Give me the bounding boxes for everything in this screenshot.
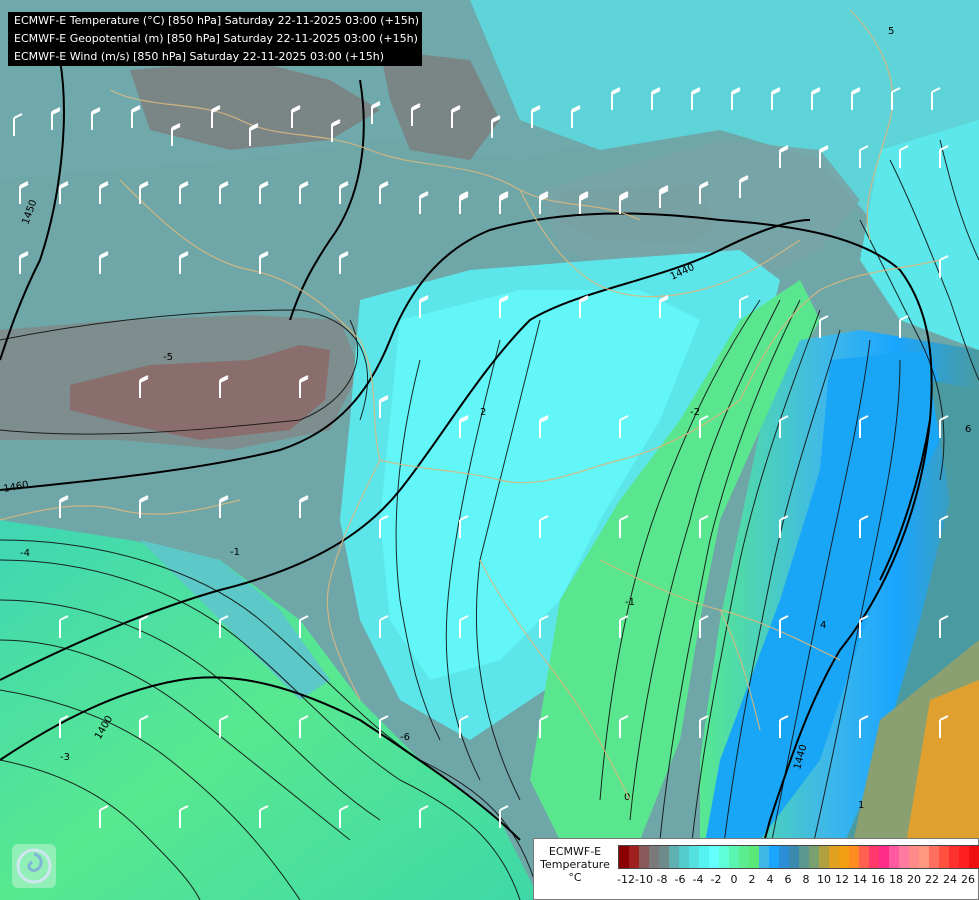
legend-tick-label: -10 [635, 873, 653, 886]
legend-swatch [909, 846, 919, 868]
legend-tick-label: 10 [817, 873, 831, 886]
legend-swatch [949, 846, 959, 868]
legend-swatch [899, 846, 909, 868]
legend-tick-label: 26 [961, 873, 975, 886]
legend-swatch [829, 846, 839, 868]
title-wind: ECMWF-E Wind (m/s) [850 hPa] Saturday 22… [14, 50, 384, 63]
legend-swatch [709, 846, 719, 868]
legend-swatch [779, 846, 789, 868]
legend-swatch [689, 846, 699, 868]
temp-label-e: -2 [690, 407, 700, 418]
temp-label-a: -5 [163, 352, 173, 363]
legend-swatch [769, 846, 779, 868]
legend-swatch [929, 846, 939, 868]
legend-swatch [919, 846, 929, 868]
legend-swatch [659, 846, 669, 868]
legend-tick-label: -8 [656, 873, 668, 886]
legend-swatch [739, 846, 749, 868]
legend-tick-label: 4 [766, 873, 774, 886]
legend-swatch [759, 846, 769, 868]
temp-label-k: 6 [965, 424, 971, 435]
legend-tick-label: 12 [835, 873, 849, 886]
legend-swatch [699, 846, 709, 868]
legend-swatch [619, 846, 629, 868]
legend-swatch [879, 846, 889, 868]
legend-swatch [839, 846, 849, 868]
legend-tick-label: 14 [853, 873, 867, 886]
legend-tick-label: -2 [710, 873, 722, 886]
legend-tick-label: 18 [889, 873, 903, 886]
legend-swatch [939, 846, 949, 868]
legend-swatch [749, 846, 759, 868]
legend-tick-label: -12 [617, 873, 635, 886]
legend-swatch [849, 846, 859, 868]
title-geopotential: ECMWF-E Geopotential (m) [850 hPa] Satur… [14, 32, 418, 45]
legend-color-bar [618, 845, 979, 869]
legend-swatch [649, 846, 659, 868]
legend-swatch [809, 846, 819, 868]
temp-label-b: -3 [60, 752, 70, 763]
legend-tick-label: 6 [784, 873, 792, 886]
legend-swatch [889, 846, 899, 868]
swirl-icon [16, 848, 52, 884]
legend-tick-label: 0 [730, 873, 738, 886]
title-temperature: ECMWF-E Temperature (°C) [850 hPa] Satur… [14, 14, 420, 27]
legend-swatch [859, 846, 869, 868]
legend-swatch [819, 846, 829, 868]
legend-swatch [789, 846, 799, 868]
legend-tick-label: -4 [692, 873, 704, 886]
legend-swatch [629, 846, 639, 868]
legend-tick-label: 22 [925, 873, 939, 886]
legend-swatch [869, 846, 879, 868]
legend-tick-label: 20 [907, 873, 921, 886]
legend-swatch [679, 846, 689, 868]
temp-label-m: -1 [230, 547, 240, 558]
legend-tick-label: 2 [748, 873, 756, 886]
temp-label-h: 1 [858, 800, 864, 811]
temp-label-f: -1 [625, 597, 635, 608]
legend-title: ECMWF-E Temperature °C [534, 845, 616, 884]
temp-label-d: -6 [400, 732, 410, 743]
legend-tick-label: 24 [943, 873, 957, 886]
legend-swatch [969, 846, 979, 868]
temp-label-l: 5 [888, 26, 894, 37]
temp-label-i: 2 [480, 407, 486, 418]
legend-variable: Temperature [540, 858, 610, 871]
legend-unit: °C [568, 871, 582, 884]
legend-tick-label: 8 [802, 873, 810, 886]
temp-label-c: -4 [20, 548, 30, 559]
map-title-box: ECMWF-E Temperature (°C) [850 hPa] Satur… [8, 12, 422, 66]
legend-swatch [729, 846, 739, 868]
forecast-map: 1450 1440 1460 1400 1440 -5 -3 -4 -6 -2 … [0, 0, 979, 900]
legend-tick-label: 16 [871, 873, 885, 886]
legend-model: ECMWF-E [548, 845, 602, 858]
legend-tick-label: -6 [674, 873, 686, 886]
legend-swatch [719, 846, 729, 868]
temp-label-j: 4 [820, 620, 826, 631]
temperature-legend: ECMWF-E Temperature °C -12 -10 -8 -6 -4 -2 0 2 4… [533, 838, 979, 900]
legend-swatch [669, 846, 679, 868]
legend-swatch [959, 846, 969, 868]
legend-swatch [799, 846, 809, 868]
ecmwf-logo-icon [12, 844, 56, 888]
legend-swatch [639, 846, 649, 868]
